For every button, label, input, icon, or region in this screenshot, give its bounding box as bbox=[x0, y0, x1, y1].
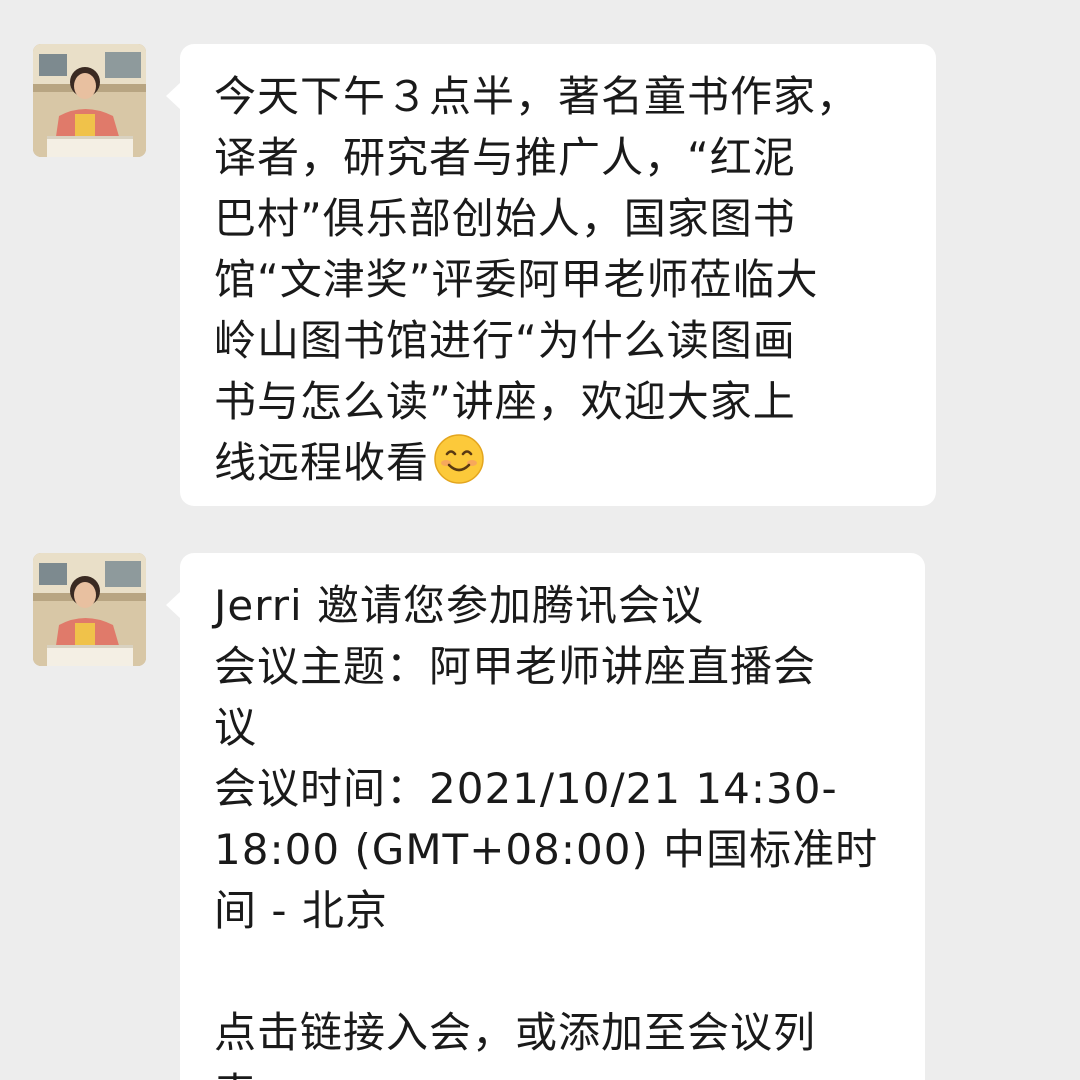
message-line: 今天下午３点半，著名童书作家， bbox=[214, 72, 860, 121]
smiling-face-emoji bbox=[434, 434, 484, 484]
avatar-photo bbox=[33, 44, 146, 157]
message-line: 巴村”俱乐部创始人，国家图书 bbox=[214, 194, 796, 243]
message-line: 岭山图书馆进行“为什么读图画 bbox=[214, 316, 796, 365]
message-bubble[interactable]: 今天下午３点半，著名童书作家， 译者，研究者与推广人，“红泥 巴村”俱乐部创始人… bbox=[166, 44, 936, 506]
message-line: 表： bbox=[214, 1063, 895, 1080]
chat-view: 今天下午３点半，著名童书作家， 译者，研究者与推广人，“红泥 巴村”俱乐部创始人… bbox=[0, 0, 1080, 1080]
message-line-text: 线远程收看 bbox=[214, 438, 430, 487]
message-bubble[interactable]: Jerri 邀请您参加腾讯会议 会议主题：阿甲老师讲座直播会 议 会议时间：20… bbox=[166, 553, 925, 1080]
message-line: 书与怎么读”讲座，欢迎大家上 bbox=[214, 377, 796, 426]
message-line: 会议主题：阿甲老师讲座直播会 bbox=[214, 642, 817, 691]
message-line: 18:00 (GMT+08:00) 中国标准时 bbox=[214, 825, 879, 874]
avatar[interactable] bbox=[33, 44, 146, 157]
message-last-line: 线远程收看 bbox=[214, 432, 906, 493]
avatar[interactable] bbox=[33, 553, 146, 666]
message-line: 议 bbox=[214, 703, 258, 752]
message-line: 点击链接入会，或添加至会议列 bbox=[214, 1008, 817, 1057]
message-line: 馆“文津奖”评委阿甲老师莅临大 bbox=[214, 255, 819, 304]
message-line: 会议时间：2021/10/21 14:30- bbox=[214, 764, 838, 813]
avatar-photo bbox=[33, 553, 146, 666]
message-line: 间 - 北京 bbox=[214, 886, 388, 935]
message-line: 译者，研究者与推广人，“红泥 bbox=[214, 133, 796, 182]
message-line: Jerri 邀请您参加腾讯会议 bbox=[214, 581, 705, 630]
